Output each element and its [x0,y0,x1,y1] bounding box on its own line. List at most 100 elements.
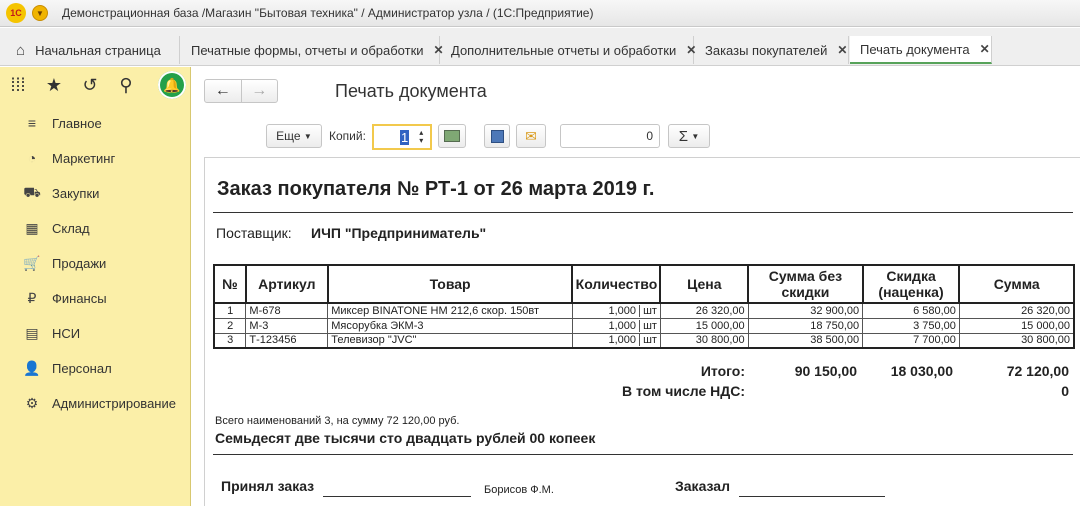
close-icon[interactable]: ✕ [980,42,990,56]
home-icon: ⌂ [16,41,26,59]
tab-print-forms[interactable]: Печатные формы, отчеты и обработки ✕ [181,36,444,64]
total-discount: 18 030,00 [890,363,953,379]
navigation-buttons: ← → [204,79,278,103]
tab-print-document[interactable]: Печать документа ✕ [850,36,992,64]
tab-label: Печатные формы, отчеты и обработки [191,42,424,58]
sidebar-item-administration[interactable]: ⚙ Администрирование [0,391,191,415]
column-header-sum: Сумма [958,264,1075,304]
tab-customer-orders[interactable]: Заказы покупателей ✕ [695,36,849,64]
sidebar-item-label: Персонал [52,360,112,376]
divider [213,212,1073,213]
table-header-row: № Артикул Товар Количество Цена Сумма бе… [213,264,1075,304]
chevron-down-icon: ▼ [691,131,700,141]
summary-note: Всего наименований 3, на сумму 72 120,00… [215,415,460,427]
sidebar-item-label: НСИ [52,325,81,341]
main-menu-button[interactable]: ▼ [32,5,48,21]
sidebar-item-finance[interactable]: ₽ Финансы [0,286,191,310]
back-arrow-icon[interactable]: ← [205,80,242,102]
total-label: Итого: [700,363,745,379]
sidebar-item-sales[interactable]: 🛒 Продажи [0,251,191,275]
total-sum-no-discount: 90 150,00 [794,363,857,379]
save-button[interactable] [484,124,510,148]
signature-line [739,496,885,497]
copies-label: Копий: [329,129,366,143]
column-header-product: Товар [326,264,574,304]
ordered-by-label: Заказал [675,478,730,494]
preview-icon [444,130,460,142]
copies-input[interactable]: 1 ▴ ▾ [372,124,432,150]
tab-label: Начальная страница [35,42,161,58]
send-email-button[interactable]: ✉ [516,124,546,148]
column-header-qty: Количество [571,264,662,304]
accepted-by-name: Борисов Ф.М. [484,484,554,496]
chevron-down-icon: ▼ [36,8,44,18]
sidebar-item-label: Финансы [52,290,107,306]
tab-label: Заказы покупателей [705,42,828,58]
sidebar-item-label: Маркетинг [52,150,116,166]
divider [213,454,1073,455]
sum-button[interactable]: Σ ▼ [668,124,710,148]
window-title: Демонстрационная база /Магазин "Бытовая … [62,6,594,20]
tab-label: Дополнительные отчеты и обработки [451,42,677,58]
forward-arrow-icon[interactable]: → [242,80,278,102]
order-items-table: № Артикул Товар Количество Цена Сумма бе… [213,264,1075,349]
table-row: 3 Т-123456 Телевизор "JVC" 1,000 шт 30 8… [213,332,1075,349]
column-header-price: Цена [659,264,750,304]
sidebar-item-nsi[interactable]: ▤ НСИ [0,321,191,345]
floppy-disk-icon [490,129,504,143]
person-icon: 👤 [23,359,41,376]
column-header-sum-no-discount: Сумма без скидки [747,264,864,304]
sidebar-item-label: Главное [52,115,102,131]
sidebar-item-warehouse[interactable]: ▦ Склад [0,216,191,240]
document-sheet: Заказ покупателя № РТ-1 от 26 марта 2019… [204,157,1080,506]
sum-in-words: Семьдесят две тысячи сто двадцать рублей… [215,430,596,446]
sidebar-item-label: Администрирование [52,395,176,411]
history-icon[interactable]: ↺ [72,75,108,96]
total-sum: 72 120,00 [1006,363,1069,379]
column-header-article: Артикул [244,264,329,304]
spinner-icon[interactable]: ▴ ▾ [419,129,423,145]
star-icon[interactable]: ★ [36,75,72,96]
sidebar-item-purchases[interactable]: ⛟ Закупки [0,181,191,205]
cart-icon: 🛒 [23,254,41,271]
accepted-order-label: Принял заказ [221,478,315,494]
more-button[interactable]: Еще ▼ [266,124,322,148]
vat-value: 0 [1061,383,1069,399]
warehouse-icon: ▦ [25,219,39,236]
vat-label: В том числе НДС: [621,383,745,399]
tab-label: Печать документа [860,41,970,57]
sidebar: ⁞⁞⁞ ★ ↺ ⚲ 🔔 ≡ Главное ◔ Маркетинг ⛟ Заку… [0,67,191,506]
ruble-icon: ₽ [27,289,37,306]
table-row: 2 М-3 Мясорубка ЭКМ-3 1,000 шт 15 000,00… [213,317,1075,334]
envelope-icon: ✉ [525,127,537,144]
pie-chart-icon: ◔ [27,150,37,166]
print-preview-button[interactable] [438,124,466,148]
sidebar-item-marketing[interactable]: ◔ Маркетинг [0,146,191,170]
tab-additional-reports[interactable]: Дополнительные отчеты и обработки ✕ [441,36,696,64]
title-bar: 1С ▼ Демонстрационная база /Магазин "Быт… [0,0,1080,27]
sum-field[interactable]: 0 [560,124,660,148]
sidebar-item-label: Продажи [52,255,107,271]
gear-icon: ⚙ [25,394,39,411]
bell-icon[interactable]: 🔔 [158,71,186,99]
column-header-num: № [213,264,247,304]
content-area: ← → Печать документа Еще ▼ Копий: 1 ▴ ▾ ✉… [192,67,1080,506]
sidebar-item-label: Склад [52,220,90,236]
column-header-discount: Скидка (наценка) [861,264,961,304]
sidebar-item-main[interactable]: ≡ Главное [0,111,191,135]
signature-line [323,496,471,497]
page-title: Печать документа [335,81,487,101]
tabs-bar: ⌂ Начальная страница Печатные формы, отч… [0,28,1080,66]
close-icon[interactable]: ✕ [837,43,847,57]
sidebar-item-personnel[interactable]: 👤 Персонал [0,356,191,380]
chevron-down-icon: ▼ [303,131,312,141]
apps-grid-icon[interactable]: ⁞⁞⁞ [0,75,36,96]
menu-lines-icon: ≡ [27,115,37,131]
book-icon: ▤ [25,324,39,341]
truck-icon: ⛟ [23,183,41,200]
search-icon[interactable]: ⚲ [108,75,144,96]
document-title: Заказ покупателя № РТ-1 от 26 марта 2019… [217,178,655,200]
tab-home[interactable]: ⌂ Начальная страница [6,36,180,64]
table-row: 1 М-678 Миксер BINATONE HM 212,6 скор. 1… [213,302,1075,319]
supplier-label: Поставщик: [216,225,292,241]
